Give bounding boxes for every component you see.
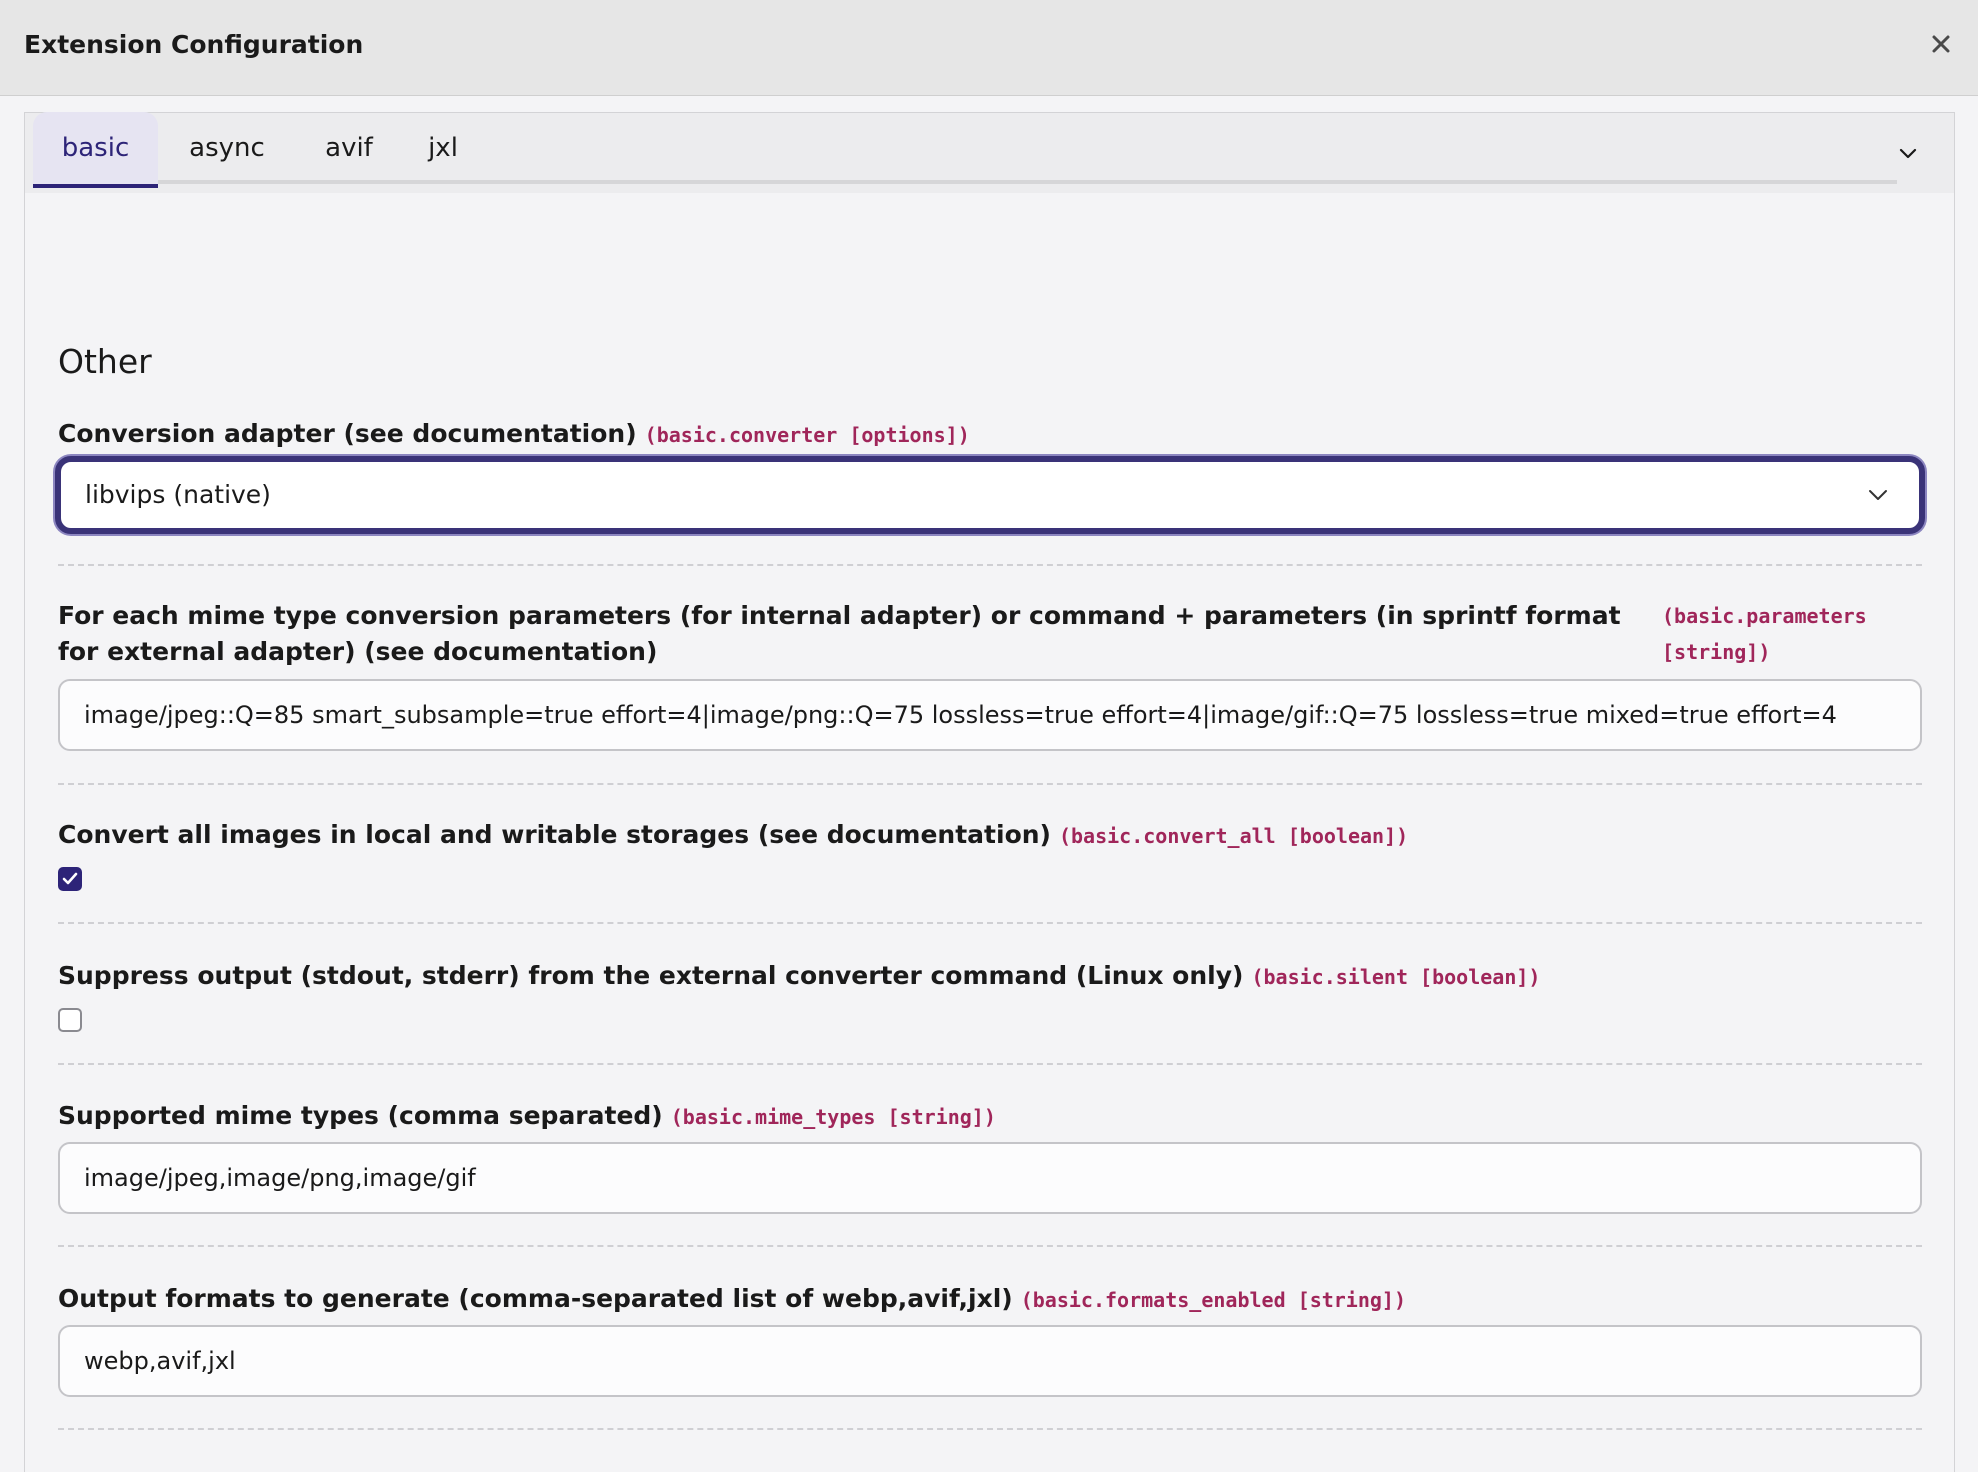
field-divider — [58, 1245, 1922, 1247]
mime-types-key: (basic.mime_types [string]) — [670, 1105, 996, 1129]
formats-enabled-label-text: Output formats to generate (comma-separa… — [58, 1284, 1013, 1313]
convert-all-key: (basic.convert_all [boolean]) — [1058, 824, 1409, 848]
modal-title: Extension Configuration — [24, 30, 364, 59]
tab-bar: basic async avif jxl — [33, 112, 1897, 188]
field-divider — [58, 1063, 1922, 1065]
tab-jxl[interactable]: jxl — [402, 112, 484, 184]
tab-async[interactable]: async — [158, 112, 296, 184]
silent-checkbox[interactable] — [58, 1008, 82, 1032]
chevron-down-icon[interactable] — [1894, 139, 1922, 167]
extension-panel: webp — [24, 112, 1955, 1472]
field-divider — [58, 1428, 1922, 1430]
converter-label: Conversion adapter (see documentation) (b… — [58, 416, 970, 453]
converter-key: (basic.converter [options]) — [644, 423, 970, 447]
convert-all-checkbox[interactable] — [58, 867, 82, 891]
silent-key: (basic.silent [boolean]) — [1251, 965, 1541, 989]
formats-enabled-input[interactable]: webp,avif,jxl — [58, 1325, 1922, 1397]
parameters-label: For each mime type conversion parameters… — [58, 601, 1621, 666]
checkmark-icon — [60, 869, 80, 889]
parameters-input[interactable]: image/jpeg::Q=85 smart_subsample=true ef… — [58, 679, 1922, 751]
convert-all-label-text: Convert all images in local and writable… — [58, 820, 1051, 849]
parameters-key-line2: [string]) — [1662, 640, 1771, 664]
mime-types-label: Supported mime types (comma separated) (b… — [58, 1098, 996, 1135]
converter-label-text: Conversion adapter (see documentation) — [58, 419, 637, 448]
field-divider — [58, 922, 1922, 924]
tab-avif[interactable]: avif — [296, 112, 402, 184]
silent-label-text: Suppress output (stdout, stderr) from th… — [58, 961, 1244, 990]
formats-enabled-key: (basic.formats_enabled [string]) — [1020, 1288, 1407, 1312]
tab-basic[interactable]: basic — [33, 112, 158, 188]
close-button[interactable] — [1924, 28, 1958, 62]
mime-types-input[interactable]: image/jpeg,image/png,image/gif — [58, 1142, 1922, 1214]
convert-all-label: Convert all images in local and writable… — [58, 817, 1408, 854]
parameters-key: (basic.parameters [string]) — [1662, 598, 1867, 670]
converter-select-value: libvips (native) — [85, 480, 271, 509]
section-title: Other — [58, 342, 152, 381]
silent-label: Suppress output (stdout, stderr) from th… — [58, 958, 1540, 995]
close-icon — [1931, 34, 1951, 57]
field-divider — [58, 564, 1922, 566]
converter-select[interactable]: libvips (native) — [55, 456, 1925, 534]
parameters-key-line1: (basic.parameters — [1662, 604, 1867, 628]
chevron-down-icon — [1865, 482, 1891, 508]
modal-header: Extension Configuration — [0, 0, 1978, 96]
mime-types-label-text: Supported mime types (comma separated) — [58, 1101, 663, 1130]
formats-enabled-label: Output formats to generate (comma-separa… — [58, 1281, 1406, 1318]
field-divider — [58, 783, 1922, 785]
